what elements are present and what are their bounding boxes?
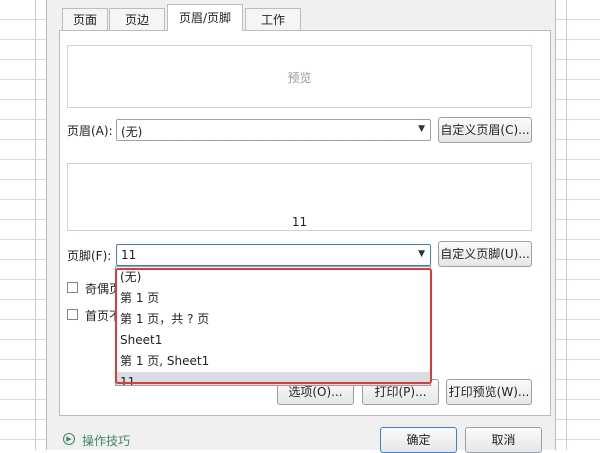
print-preview-button[interactable]: 打印预览(W)... [446,379,532,405]
first-page-checkbox[interactable] [67,309,78,320]
header-select[interactable]: (无) ▼ [116,119,431,141]
cancel-button[interactable]: 取消 [465,427,542,453]
footer-select[interactable]: 11 ▼ [116,244,431,266]
chevron-down-icon: ▼ [418,249,425,259]
header-preview-box: 预览 [67,45,532,108]
header-preview-text: 预览 [287,71,312,85]
footer-preview-box: 11 [67,163,532,231]
custom-footer-button[interactable]: 自定义页脚(U)... [438,241,532,267]
header-select-value: (无) [121,125,143,139]
play-circle-icon: ▶ [63,433,75,445]
footer-label: 页脚(F): [67,249,112,263]
tab-margins[interactable]: 页边距 [109,8,165,49]
chevron-down-icon: ▼ [418,124,425,134]
tips-link[interactable]: 操作技巧 [82,432,130,449]
footer-select-value: 11 [121,248,137,262]
tab-sheet[interactable]: 工作表 [245,8,301,49]
ok-button[interactable]: 确定 [380,427,457,453]
footer-preview-text: 11 [291,215,308,229]
header-label: 页眉(A): [67,124,113,138]
sheet-column-divider [566,0,567,450]
tab-page[interactable]: 页面 [62,8,108,30]
odd-even-checkbox[interactable] [67,282,78,293]
tab-header-footer[interactable]: 页眉/页脚 [167,4,243,31]
highlight-annotation-box [115,268,432,384]
sheet-column-divider [35,0,36,450]
custom-header-button[interactable]: 自定义页眉(C)... [438,117,532,143]
